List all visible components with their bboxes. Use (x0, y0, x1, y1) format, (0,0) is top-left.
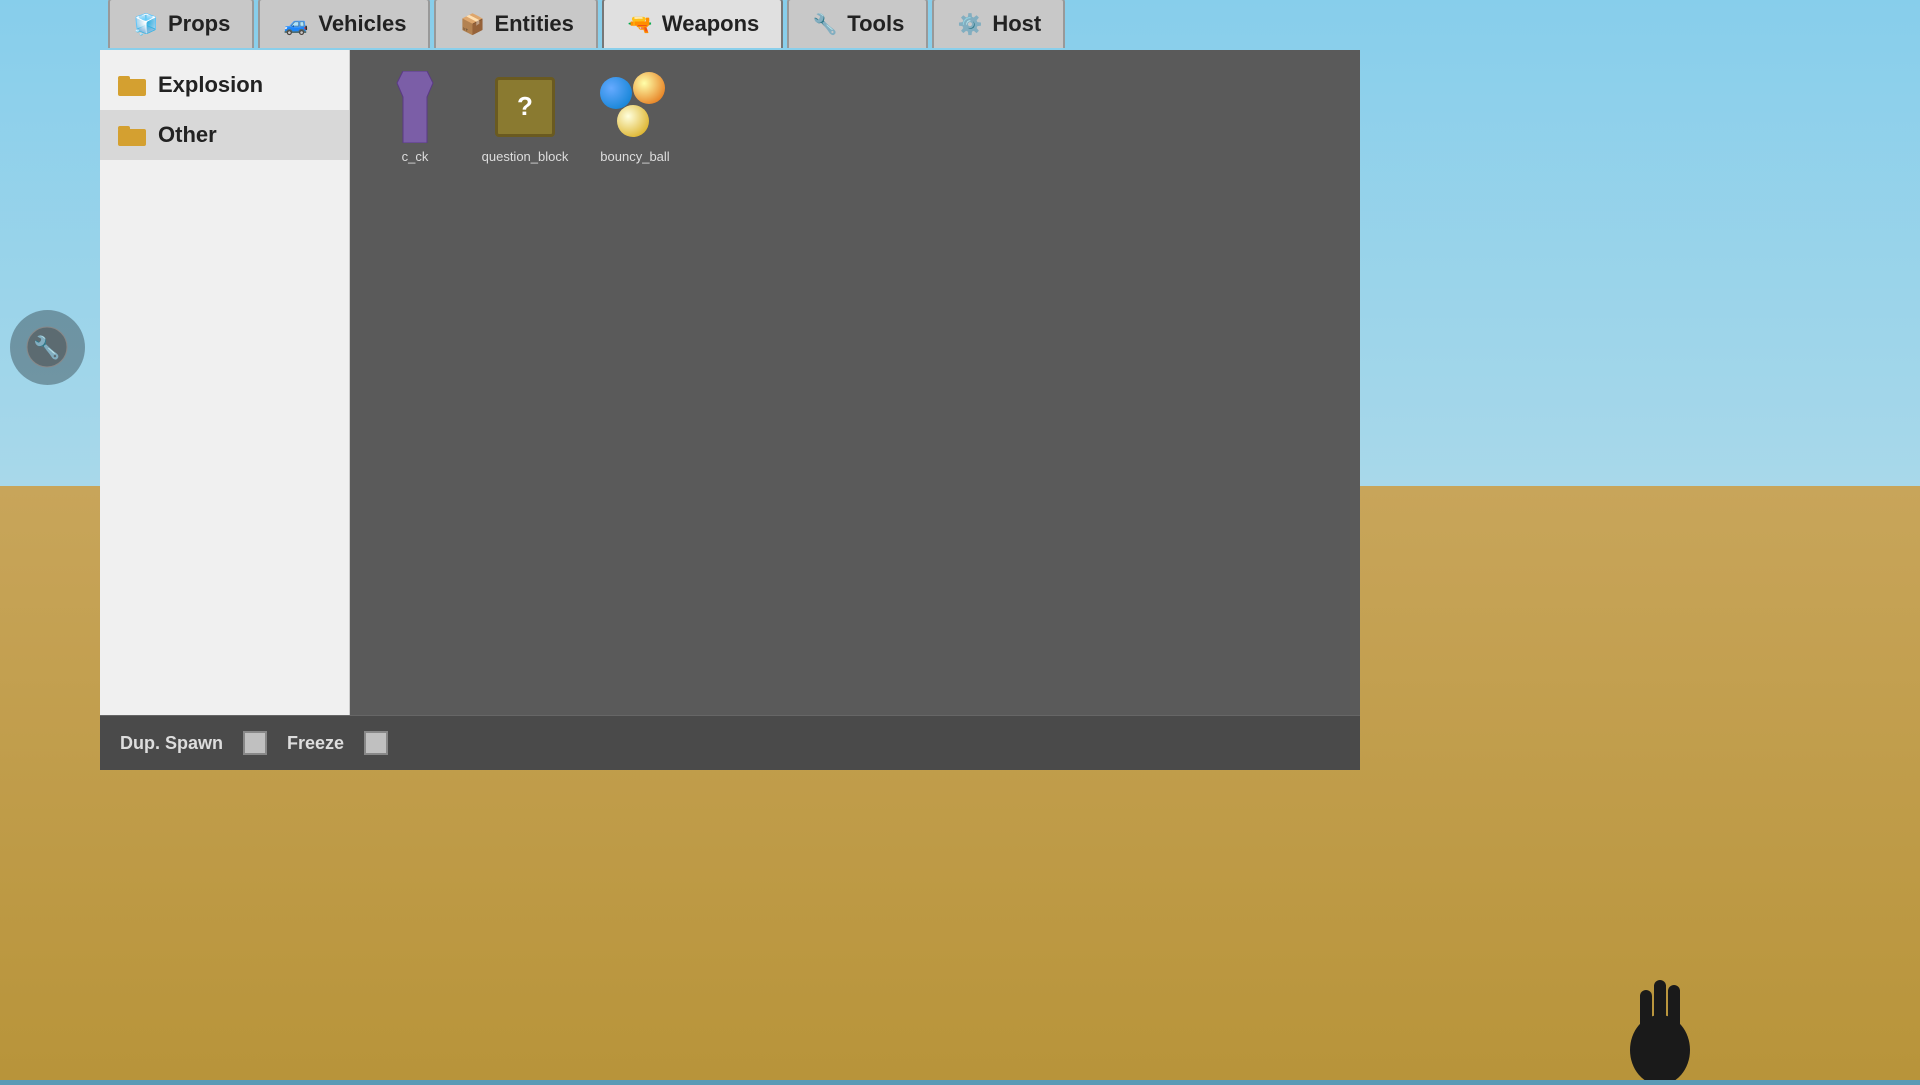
tab-props-label: Props (168, 11, 230, 37)
tab-props[interactable]: 🧊 Props (108, 0, 254, 48)
bottom-bar: Dup. Spawn Freeze (100, 715, 1360, 770)
content-area: Explosion Other c_ck (100, 50, 1360, 715)
ball-yellow (617, 105, 649, 137)
hand-overlay (1600, 960, 1720, 1080)
wrench-icon: 🔧 (25, 325, 70, 370)
sidebar: Explosion Other (100, 50, 350, 715)
freeze-checkbox[interactable] (364, 731, 388, 755)
item-grid: c_ck question_block bouncy_ball (350, 50, 1360, 715)
tab-weapons[interactable]: 🔫 Weapons (602, 0, 783, 48)
question-block-shape (495, 77, 555, 137)
folder-explosion-icon (118, 74, 146, 96)
sidebar-explosion-label: Explosion (158, 72, 263, 98)
grid-item-bouncy-ball[interactable]: bouncy_ball (585, 65, 685, 170)
c-ck-visual (375, 69, 455, 144)
tools-icon: 🔧 (811, 10, 839, 38)
grid-item-c-ck[interactable]: c_ck (365, 65, 465, 170)
sidebar-other-label: Other (158, 122, 217, 148)
tab-entities-label: Entities (494, 11, 573, 37)
dup-spawn-label: Dup. Spawn (120, 733, 223, 754)
question-block-visual (485, 69, 565, 144)
hand-icon (1600, 960, 1720, 1080)
dup-spawn-checkbox[interactable] (243, 731, 267, 755)
c-ck-shape (385, 71, 445, 143)
question-block-label: question_block (482, 149, 569, 164)
bouncy-ball-visual (595, 69, 675, 144)
tab-host[interactable]: ⚙️ Host (932, 0, 1065, 48)
tab-vehicles[interactable]: 🚙 Vehicles (258, 0, 430, 48)
bouncy-cluster-shape (595, 67, 675, 147)
tool-icon-overlay: 🔧 (10, 310, 85, 385)
folder-other-icon (118, 124, 146, 146)
entities-icon: 📦 (458, 10, 486, 38)
tab-tools[interactable]: 🔧 Tools (787, 0, 928, 48)
ball-blue (600, 77, 632, 109)
weapons-icon: 🔫 (626, 10, 654, 38)
grid-item-question-block[interactable]: question_block (475, 65, 575, 170)
sidebar-item-explosion[interactable]: Explosion (100, 60, 349, 110)
host-icon: ⚙️ (956, 10, 984, 38)
sidebar-item-other[interactable]: Other (100, 110, 349, 160)
freeze-label: Freeze (287, 733, 344, 754)
svg-text:🔧: 🔧 (33, 334, 60, 360)
props-icon: 🧊 (132, 10, 160, 38)
vehicles-icon: 🚙 (282, 10, 310, 38)
tab-bar: 🧊 Props 🚙 Vehicles 📦 Entities 🔫 Weapons … (100, 0, 1077, 48)
tab-tools-label: Tools (847, 11, 904, 37)
tab-weapons-label: Weapons (662, 11, 759, 37)
bouncy-ball-label: bouncy_ball (600, 149, 669, 164)
c-ck-label: c_ck (402, 149, 429, 164)
tab-vehicles-label: Vehicles (318, 11, 406, 37)
main-panel: 🧊 Props 🚙 Vehicles 📦 Entities 🔫 Weapons … (100, 50, 1360, 770)
ball-orange (633, 72, 665, 104)
tab-host-label: Host (992, 11, 1041, 37)
tab-entities[interactable]: 📦 Entities (434, 0, 597, 48)
